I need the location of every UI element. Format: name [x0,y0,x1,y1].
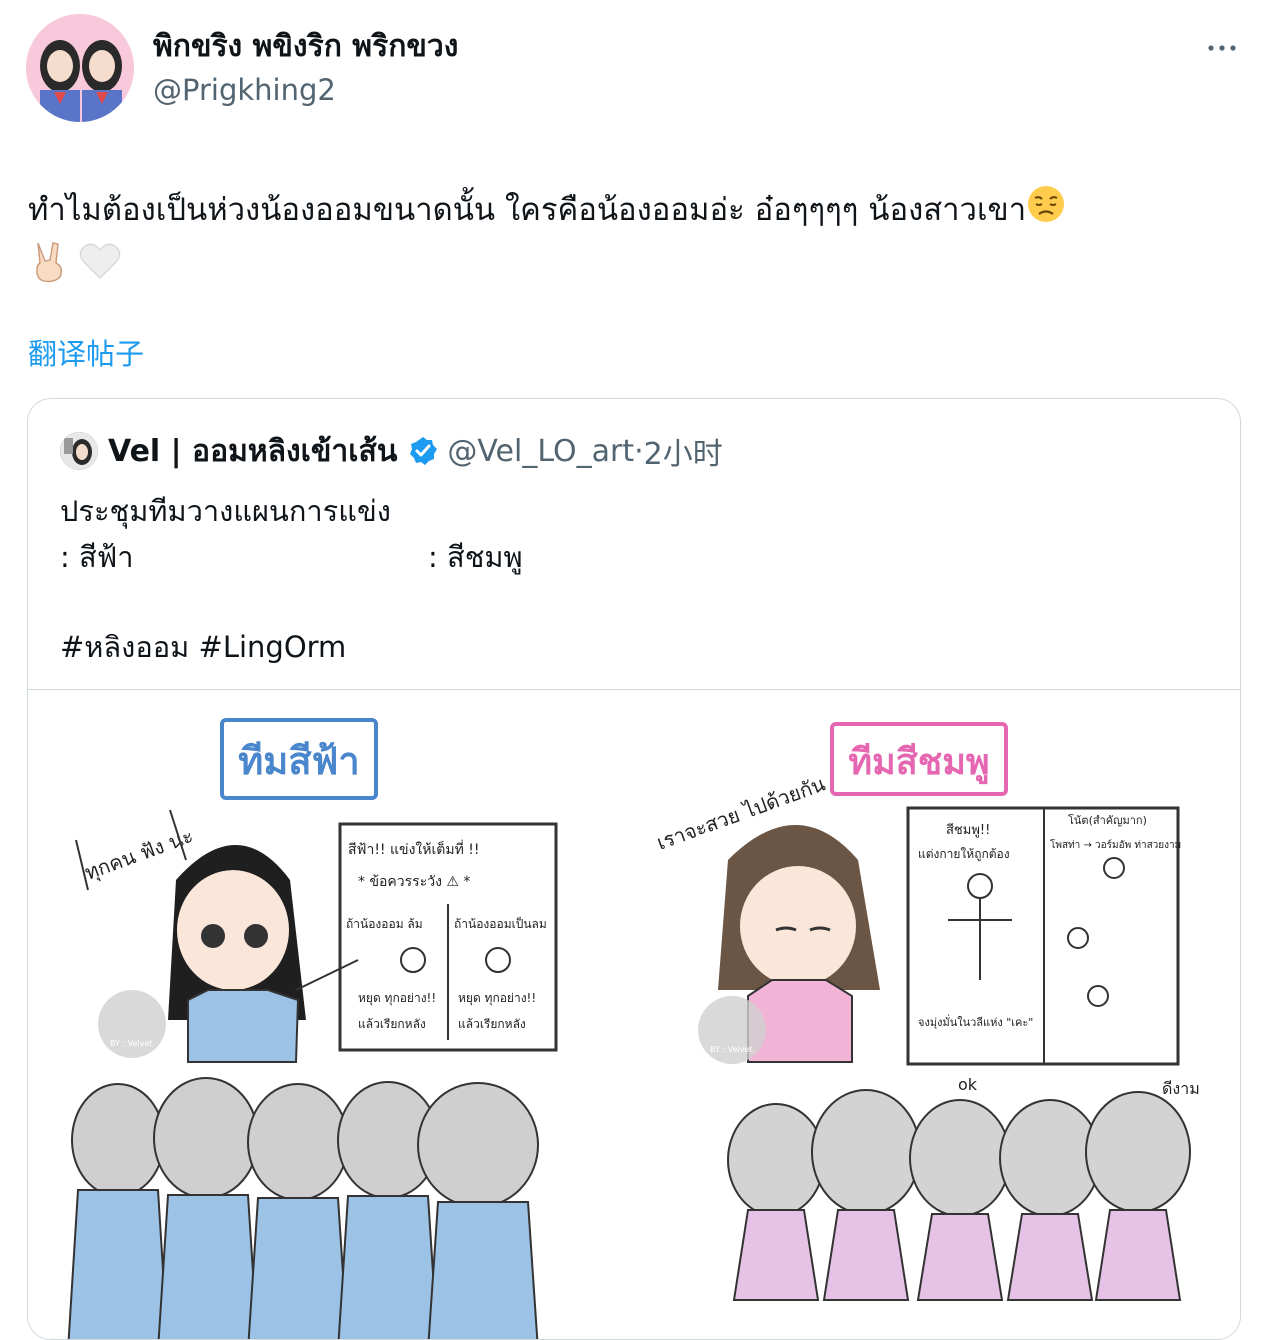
disappointed-face-icon [1026,184,1066,239]
verified-badge-icon [407,435,439,467]
crowd-nice-label: ดีงาม [1162,1079,1200,1098]
blue-board-col2: ถ้าน้องออมเป็นลม [454,916,547,931]
right-watermark: BY : Velvet. [710,1045,755,1054]
author-avatar[interactable] [26,14,134,122]
pink-team-title: ทีมสีชมพู [848,742,989,785]
blue-board-col1: ถ้าน้องออม ล้ม [346,917,423,931]
pink-board-title: สีชมพู!! [946,822,990,838]
left-watermark: BY : Velvet. [110,1039,155,1048]
quoted-author-avatar[interactable] [60,432,98,470]
pink-board-line: แต่งกายให้ถูกต้อง [918,847,1010,862]
quoted-tweet-header: Vel | ออมหลิงเข้าเส้น @Vel_LO_art · 2小时 [60,429,723,473]
victory-hand-icon [28,239,68,298]
author-handle[interactable]: @Prigkhing2 [153,72,336,108]
blue-board-sub: * ข้อควรระวัง ⚠ * [358,874,470,890]
blue-board-stop-1: หยุด ทุกอย่าง!! [358,991,436,1006]
pink-board-footer: จงมุ่งมั่นในวลีแห่ง "เคะ" [918,1014,1033,1029]
blue-board-footer-2: แล้วเรียกหลัง [458,1017,526,1031]
translate-post-link[interactable]: 翻译帖子 [28,334,144,374]
tweet-text-content: ทำไมต้องเป็นห่วงน้องออมขนาดนั้น ใครคือน้… [28,192,1027,228]
left-speech-text: ทุกคน ฟัง นะ [82,823,197,885]
quoted-line-2: : สีฟ้า [60,540,134,574]
quoted-author-handle[interactable]: @Vel_LO_art [447,434,634,469]
comic-illustration: ทีมสีฟ้า ทีมสีชมพู ทุกคน ฟัง นะ สีฟ้า!! … [67,718,1200,1339]
quoted-tweet-card[interactable]: Vel | ออมหลิงเข้าเส้น @Vel_LO_art · 2小时 … [27,398,1241,1340]
more-horizontal-icon[interactable] [1205,30,1241,66]
quoted-media-image[interactable]: ทีมสีฟ้า ทีมสีชมพู ทุกคน ฟัง นะ สีฟ้า!! … [28,689,1240,1339]
avatar-photo [26,14,134,122]
blue-team-title: ทีมสีฟ้า [238,739,360,783]
author-display-name[interactable]: พิกขริง พขิงริก พริกขวง [153,28,458,66]
tweet-text: ทำไมต้องเป็นห่วงน้องออมขนาดนั้น ใครคือน้… [28,184,1243,298]
crowd-ok-label: ok [958,1075,978,1094]
quoted-author-name[interactable]: Vel | ออมหลิงเข้าเส้น [108,428,397,475]
meta-separator: · [634,433,644,469]
blue-board-footer-1: แล้วเรียกหลัง [358,1017,426,1031]
blue-board-title: สีฟ้า!! แข่งให้เต็มที่ !! [348,840,480,858]
white-heart-icon [78,241,122,296]
pink-board-note: โน้ต(สำคัญมาก) [1068,813,1147,827]
blue-board-stop-2: หยุด ทุกอย่าง!! [458,991,536,1006]
quoted-line-1: ประชุมทีมวางแผนการแข่ง [60,494,391,528]
pink-board-pose: โพสท่า → วอร์มอัพ ท่าสวยงาม [1050,838,1181,851]
quoted-hashtags[interactable]: #หลิงออม #LingOrm [60,627,346,667]
quoted-timestamp[interactable]: 2小时 [644,429,723,473]
quoted-line-3: : สีชมพู [428,540,523,574]
